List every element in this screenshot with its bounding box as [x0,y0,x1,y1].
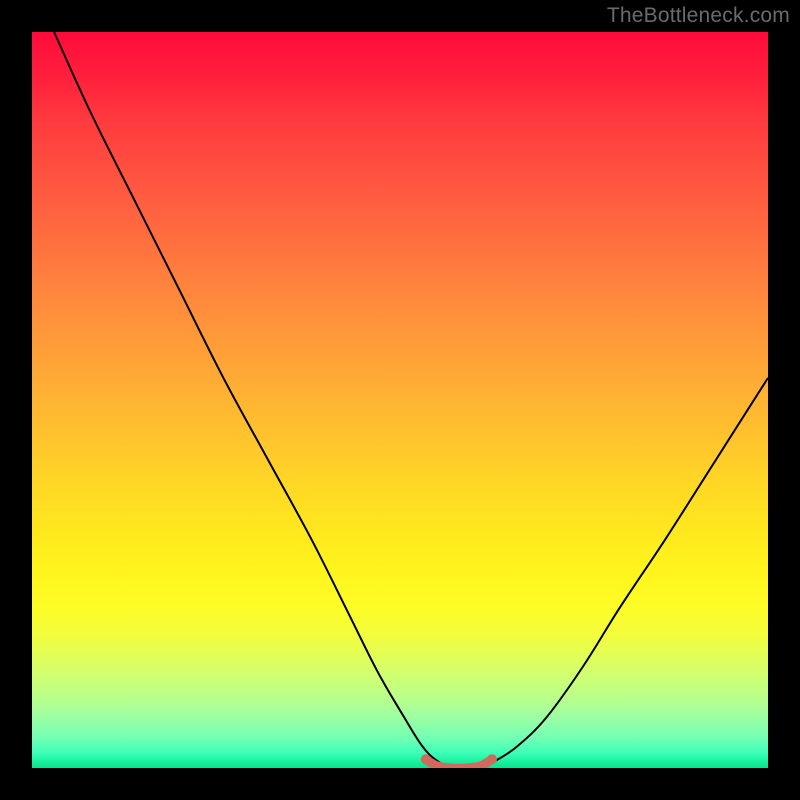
chart-frame: TheBottleneck.com [0,0,800,800]
bottom-marker-start-dot [421,754,431,764]
bottom-marker-end-dot [487,754,497,764]
plot-area [32,32,768,768]
chart-svg [32,32,768,768]
curve-path [54,32,768,768]
bottom-marker-path [426,759,492,768]
watermark-text: TheBottleneck.com [607,4,790,28]
